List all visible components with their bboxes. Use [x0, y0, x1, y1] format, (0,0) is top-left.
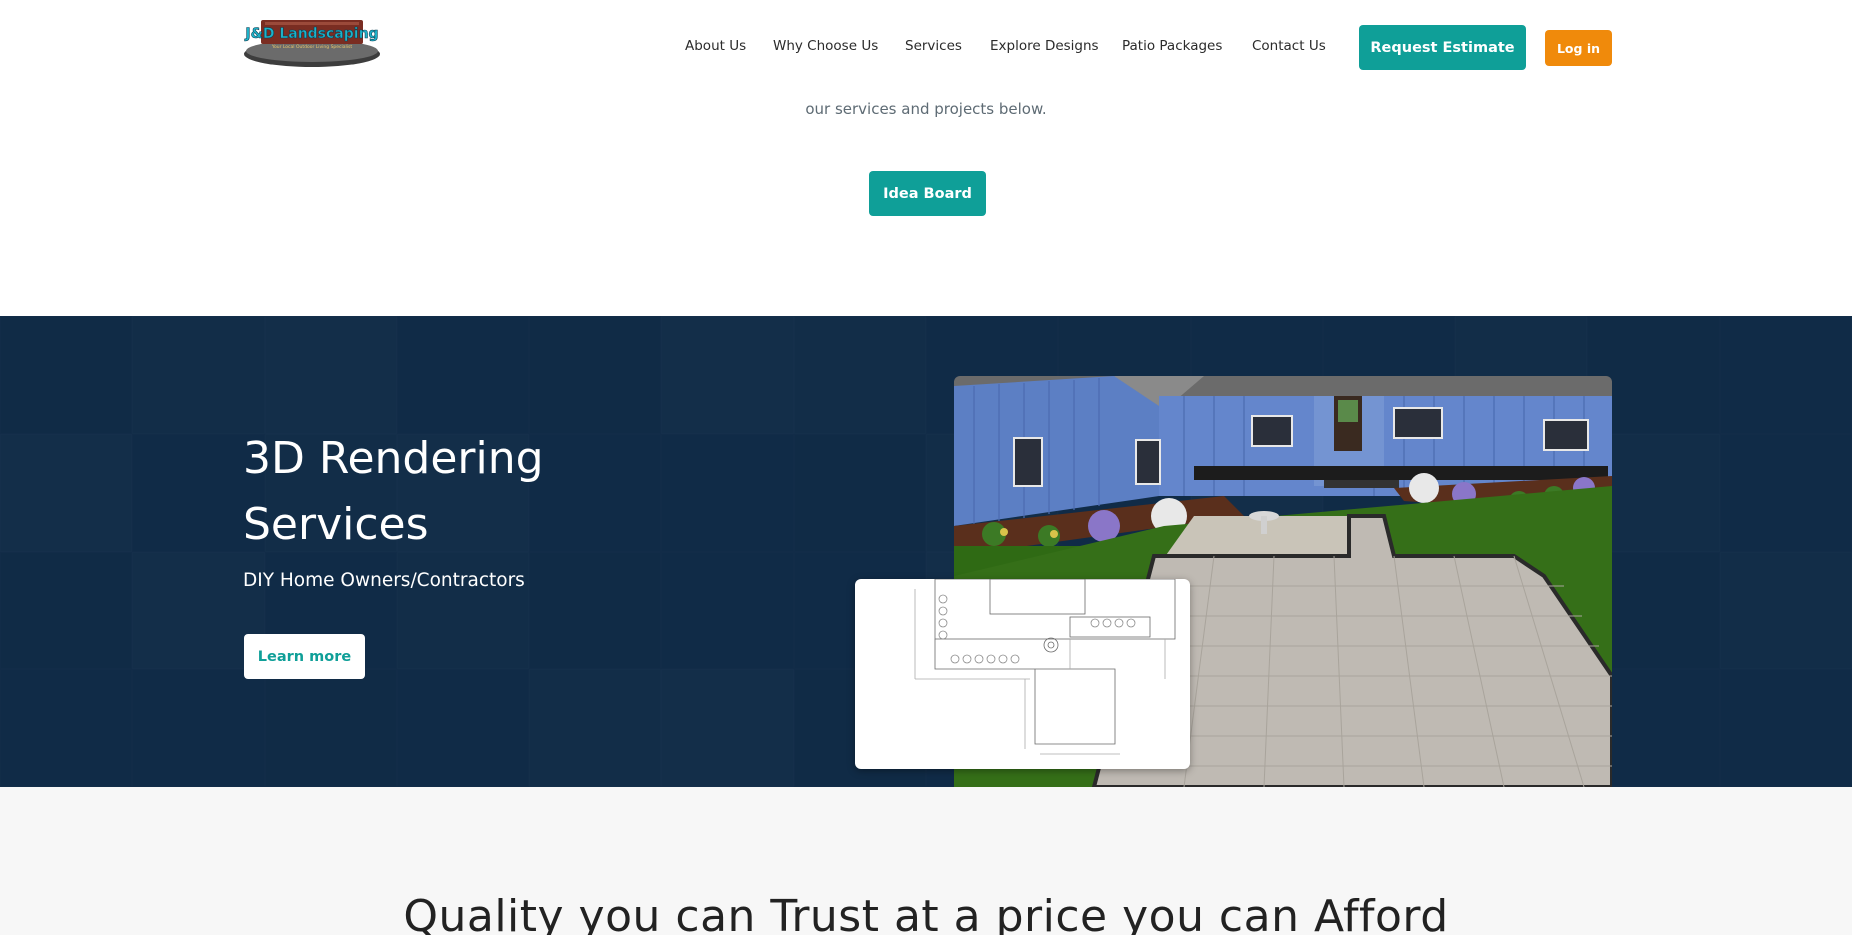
login-button[interactable]: Log in — [1545, 30, 1612, 66]
nav-why-choose-us[interactable]: Why Choose Us — [773, 38, 878, 54]
nav-about-us[interactable]: About Us — [685, 38, 746, 54]
nav-explore-designs[interactable]: Explore Designs — [990, 38, 1099, 54]
nav-patio-packages[interactable]: Patio Packages — [1122, 38, 1222, 54]
plan-drawing-card — [855, 579, 1190, 769]
rendering-section: 3D Rendering Services DIY Home Owners/Co… — [0, 316, 1852, 787]
quality-section: Quality you can Trust at a price you can… — [0, 787, 1852, 935]
nav-contact-us[interactable]: Contact Us — [1252, 38, 1326, 54]
section-title: 3D Rendering Services — [243, 433, 544, 550]
quality-title: Quality you can Trust at a price you can… — [403, 891, 1449, 935]
section-subtitle: DIY Home Owners/Contractors — [243, 570, 525, 591]
nav-services[interactable]: Services — [905, 38, 962, 54]
intro-text: our services and projects below. — [805, 100, 1047, 118]
request-estimate-button[interactable]: Request Estimate — [1359, 25, 1526, 70]
learn-more-button[interactable]: Learn more — [244, 634, 365, 679]
site-header: J&D Landscaping Your Local Outdoor Livin… — [0, 0, 1852, 94]
idea-board-button[interactable]: Idea Board — [869, 171, 986, 216]
